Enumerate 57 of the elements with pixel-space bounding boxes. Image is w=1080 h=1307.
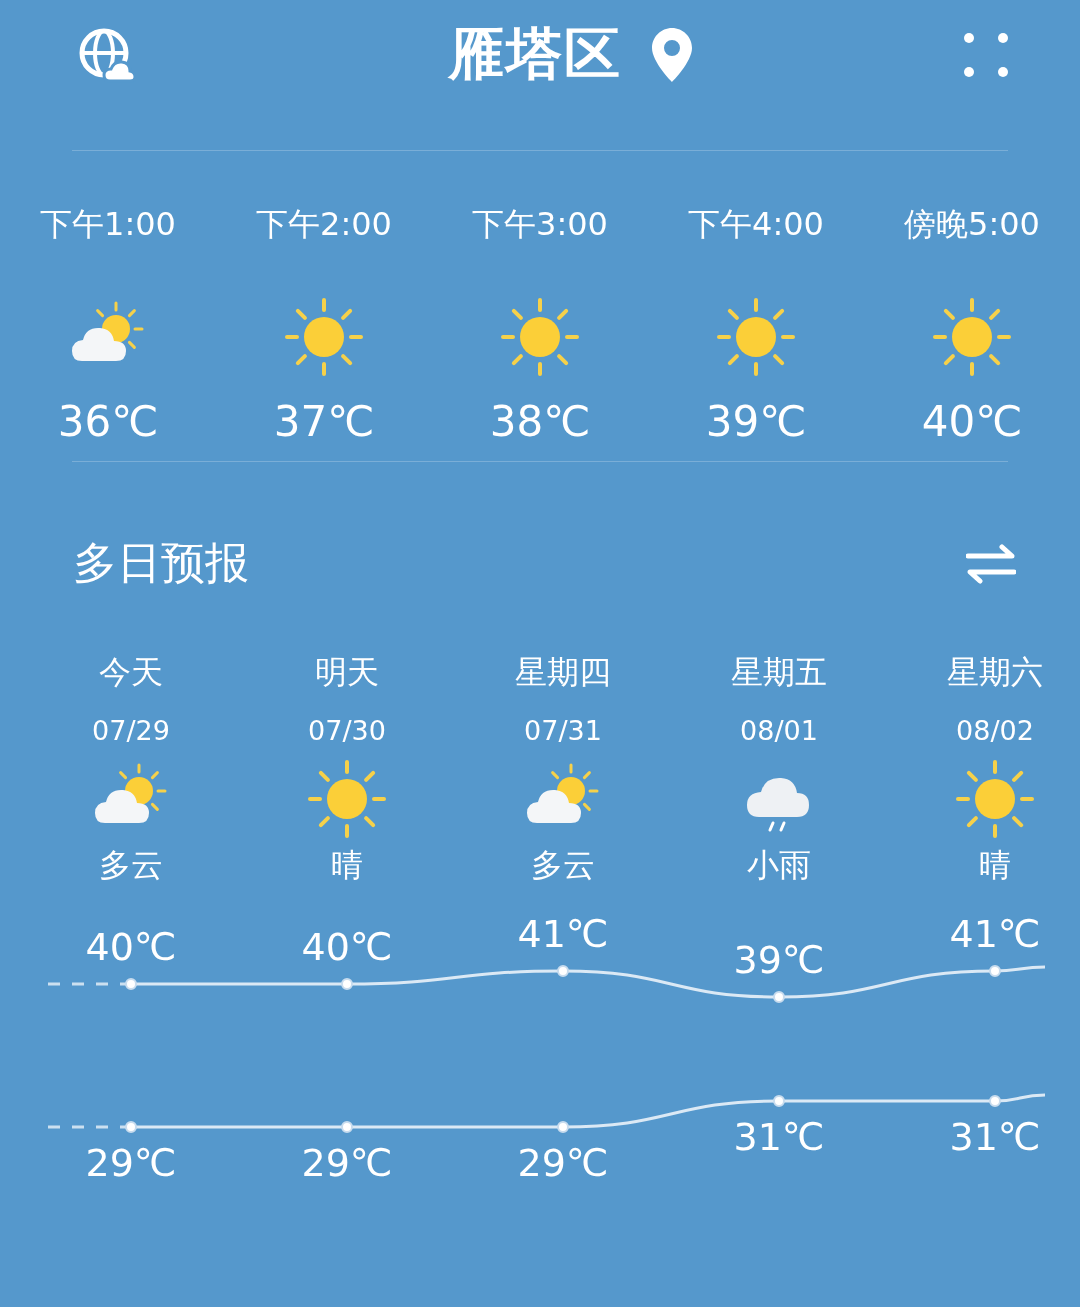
hour-temperature: 39℃	[705, 397, 807, 446]
date-label: 08/02	[956, 715, 1034, 746]
menu-dots-icon[interactable]	[964, 33, 1008, 77]
day-label: 明天	[315, 652, 379, 693]
hour-temperature: 36℃	[57, 397, 159, 446]
high-point	[773, 991, 785, 1003]
hour-temperature: 40℃	[921, 397, 1023, 446]
sun-icon	[932, 297, 1012, 377]
high-temperature: 39℃	[733, 938, 825, 982]
high-point	[989, 965, 1001, 977]
high-temperature: 41℃	[517, 912, 609, 956]
hour-label: 下午2:00	[256, 204, 392, 245]
high-point	[125, 978, 137, 990]
hour-temperature: 38℃	[489, 397, 591, 446]
date-label: 07/29	[92, 715, 170, 746]
swap-arrows-icon[interactable]	[966, 543, 1016, 584]
date-label: 08/01	[740, 715, 818, 746]
condition-label: 多云	[531, 845, 595, 886]
condition-label: 多云	[99, 845, 163, 886]
day-label: 星期六	[947, 652, 1043, 693]
sun-icon	[307, 759, 387, 839]
low-temperature: 29℃	[517, 1141, 609, 1185]
city-title: 雁塔区	[448, 20, 622, 88]
low-point	[773, 1095, 785, 1107]
hour-label: 下午1:00	[40, 204, 176, 245]
sun-icon	[284, 297, 364, 377]
hour-label: 下午4:00	[688, 204, 824, 245]
section-title: 多日预报	[73, 536, 249, 590]
hour-label: 下午3:00	[472, 204, 608, 245]
low-point	[989, 1095, 1001, 1107]
low-point	[557, 1121, 569, 1133]
low-temperature: 29℃	[85, 1141, 177, 1185]
hour-label: 傍晚5:00	[904, 204, 1040, 245]
low-point	[125, 1121, 137, 1133]
globe-cloud-icon[interactable]	[78, 27, 136, 83]
high-point	[557, 965, 569, 977]
low-temperature: 29℃	[301, 1141, 393, 1185]
condition-label: 晴	[979, 845, 1011, 886]
day-label: 星期四	[515, 652, 611, 693]
day-label: 今天	[99, 652, 163, 693]
hour-temperature: 37℃	[273, 397, 375, 446]
high-temperature: 40℃	[301, 925, 393, 969]
low-point	[341, 1121, 353, 1133]
condition-label: 晴	[331, 845, 363, 886]
condition-label: 小雨	[747, 845, 811, 886]
low-temperature: 31℃	[733, 1115, 825, 1159]
day-label: 星期五	[731, 652, 827, 693]
sun-icon	[716, 297, 796, 377]
high-point	[341, 978, 353, 990]
date-label: 07/31	[524, 715, 602, 746]
date-label: 07/30	[308, 715, 386, 746]
low-temperature: 31℃	[949, 1115, 1041, 1159]
sun-icon	[500, 297, 580, 377]
location-pin-icon[interactable]	[652, 28, 692, 82]
high-temperature: 40℃	[85, 925, 177, 969]
high-temperature: 41℃	[949, 912, 1041, 956]
sun-icon	[955, 759, 1035, 839]
